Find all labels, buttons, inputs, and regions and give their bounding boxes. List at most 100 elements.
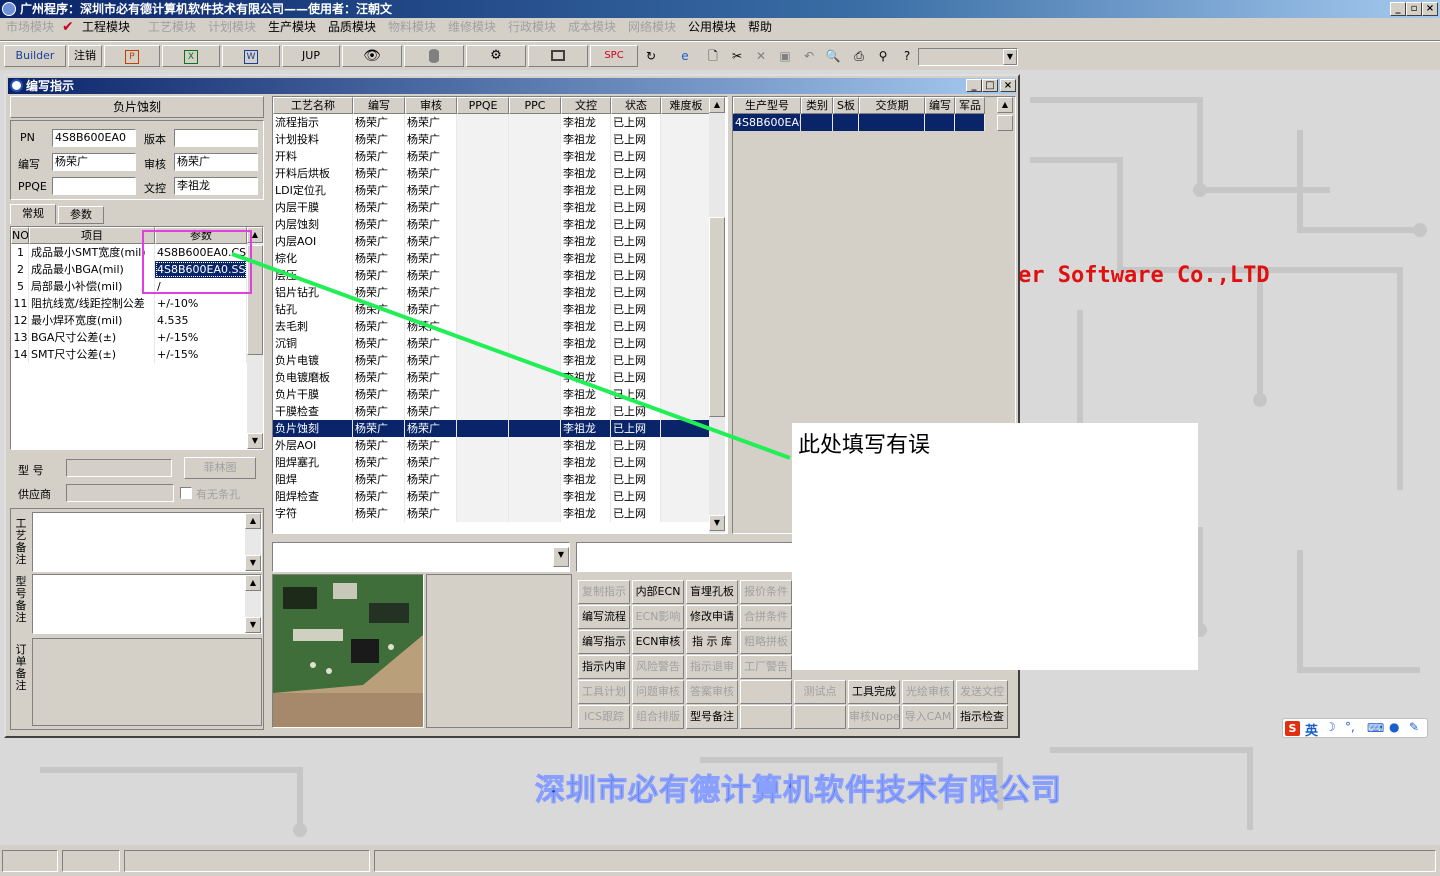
action-button[interactable]: 问题审核 (632, 680, 684, 704)
param-value[interactable]: +/-10% (155, 295, 247, 312)
param-value[interactable]: +/-15% (155, 329, 247, 346)
process-row[interactable]: 铝片钻孔 杨荣广 杨荣广 李祖龙 已上网 (273, 284, 711, 301)
model-scroll-thumb[interactable] (997, 115, 1013, 131)
punctuation-icon[interactable]: °, (1345, 720, 1355, 734)
process-combo[interactable]: ▼ (272, 542, 570, 572)
menu-admin[interactable]: 行政模块 (508, 18, 556, 36)
action-button[interactable]: 发送文控 (956, 680, 1008, 704)
logout-button[interactable]: 注销 (68, 45, 102, 67)
process-row[interactable]: 负电镀磨板 杨荣广 杨荣广 李祖龙 已上网 (273, 369, 711, 386)
process-col-header[interactable]: PPC (509, 97, 561, 114)
menu-common[interactable]: 公用模块 (688, 18, 736, 36)
action-button[interactable]: 复制指示 (578, 580, 630, 604)
view-button[interactable]: 👁 (342, 45, 402, 67)
delete-icon[interactable]: ✕ (752, 47, 770, 65)
window-minimize-button[interactable]: _ (966, 79, 982, 92)
action-button[interactable]: 内部ECN (632, 580, 684, 604)
keyboard-icon[interactable]: ⌨ (1367, 721, 1384, 735)
action-button[interactable]: ECN影响 (632, 605, 684, 629)
process-row[interactable]: 去毛刺 杨荣广 杨荣广 李祖龙 已上网 (273, 318, 711, 335)
excel-button[interactable]: X (162, 45, 220, 67)
process-row[interactable]: 内层蚀刻 杨荣广 杨荣广 李祖龙 已上网 (273, 216, 711, 233)
action-button[interactable]: 盲埋孔板 (686, 580, 738, 604)
param-row[interactable]: 14 SMT尺寸公差(±) +/-15% (11, 346, 263, 363)
menu-engineering[interactable]: 工程模块 (82, 18, 130, 36)
menu-production[interactable]: 生产模块 (268, 18, 316, 36)
process-row[interactable]: 棕化 杨荣广 杨荣广 李祖龙 已上网 (273, 250, 711, 267)
action-button[interactable]: 光绘审核 (902, 680, 954, 704)
param-value[interactable]: +/-15% (155, 346, 247, 363)
param-row[interactable]: 11 阻抗线宽/线距控制公差 +/-10% (11, 295, 263, 312)
action-button[interactable]: 指示内审 (578, 655, 630, 679)
process-row[interactable]: 外层AOI 杨荣广 杨荣广 李祖龙 已上网 (273, 437, 711, 454)
action-button[interactable]: 修改申请 (686, 605, 738, 629)
supplier-field[interactable] (66, 484, 174, 502)
process-scroll-thumb[interactable] (709, 217, 725, 417)
action-button[interactable]: 风险警告 (632, 655, 684, 679)
minimize-button[interactable]: _ (1390, 2, 1406, 16)
action-button[interactable]: 组合排版 (632, 705, 684, 729)
model-field[interactable] (66, 459, 172, 477)
menu-plan[interactable]: 计划模块 (208, 18, 256, 36)
action-button[interactable]: 指示检查 (956, 705, 1008, 729)
save-icon[interactable]: ▣ (776, 47, 794, 65)
cut-icon[interactable]: ✂ (728, 47, 746, 65)
action-button[interactable]: 编写流程 (578, 605, 630, 629)
craft-remark-field[interactable]: ▲ ▼ (32, 512, 262, 572)
action-button[interactable]: ECN审核 (632, 630, 684, 654)
menu-material[interactable]: 物料模块 (388, 18, 436, 36)
action-button[interactable]: ICS跟踪 (578, 705, 630, 729)
action-button[interactable]: 合拼条件 (740, 605, 792, 629)
process-scrollbar[interactable]: ▲ ▼ (709, 97, 725, 533)
ime-toolbar[interactable]: S 英 ☽ °, ⌨ ● ✎ (1282, 718, 1428, 739)
word-button[interactable]: W (222, 45, 280, 67)
process-row[interactable]: 负片蚀刻 杨荣广 杨荣广 李祖龙 已上网 (273, 420, 711, 437)
action-button[interactable]: 粗略拼板 (740, 630, 792, 654)
version-field[interactable] (174, 129, 258, 147)
menu-cost[interactable]: 成本模块 (568, 18, 616, 36)
ppqe-field[interactable] (52, 177, 136, 195)
computer-button[interactable] (528, 45, 588, 67)
pn-field[interactable]: 4S8B600EA0 (52, 129, 136, 147)
model-col-header[interactable]: 军品 (955, 97, 985, 114)
process-row[interactable]: 阻焊塞孔 杨荣广 杨荣广 李祖龙 已上网 (273, 454, 711, 471)
model-col-header[interactable]: S板 (833, 97, 859, 114)
doc-control-field[interactable]: 李祖龙 (174, 177, 258, 195)
process-scroll-up-icon[interactable]: ▲ (709, 97, 725, 113)
spc-button[interactable]: SPC (590, 45, 638, 67)
toolbar-dropdown[interactable]: ▼ (918, 48, 1018, 66)
process-row[interactable]: 负片干膜 杨荣广 杨荣广 李祖龙 已上网 (273, 386, 711, 403)
print-preview-icon[interactable]: 🔍 (824, 47, 842, 65)
menu-quality[interactable]: 品质模块 (328, 18, 376, 36)
action-button[interactable]: 报价条件 (740, 580, 792, 604)
slot-hole-checkbox[interactable] (180, 487, 192, 499)
close-button[interactable]: × (1422, 2, 1438, 16)
menu-market[interactable]: 市场模块 (6, 18, 54, 36)
undo-icon[interactable]: ↶ (800, 47, 818, 65)
param-value[interactable]: 4.535 (155, 312, 247, 329)
process-col-header[interactable]: 状态 (611, 97, 661, 114)
process-row[interactable]: 开料后烘板 杨荣广 杨荣广 李祖龙 已上网 (273, 165, 711, 182)
param-row[interactable]: 13 BGA尺寸公差(±) +/-15% (11, 329, 263, 346)
action-button[interactable]: 指 示 库 (686, 630, 738, 654)
action-button[interactable]: 编写指示 (578, 630, 630, 654)
reviewer-field[interactable]: 杨荣广 (174, 153, 258, 171)
order-remark-field[interactable] (32, 638, 262, 726)
user-icon[interactable]: ● (1389, 720, 1399, 734)
menu-help[interactable]: 帮助 (748, 18, 772, 36)
wrench-icon[interactable]: ✎ (1409, 720, 1419, 734)
ime-lang[interactable]: 英 (1305, 720, 1318, 739)
action-button[interactable]: 审核Nope (848, 705, 900, 729)
model-remark-field[interactable]: ▲ ▼ (32, 574, 262, 634)
tab-params[interactable]: 参数 (58, 206, 104, 224)
process-row[interactable]: 流程指示 杨荣广 杨荣广 李祖龙 已上网 (273, 114, 711, 131)
process-col-header[interactable]: 难度板 (661, 97, 711, 114)
menu-repair[interactable]: 维修模块 (448, 18, 496, 36)
refresh-icon[interactable]: ↻ (642, 47, 660, 65)
scroll-down-icon[interactable]: ▼ (247, 433, 263, 449)
process-col-header[interactable]: 文控 (561, 97, 611, 114)
database-button[interactable] (404, 45, 464, 67)
restore-button[interactable]: ▫ (1406, 2, 1422, 16)
film-button[interactable]: 菲林图 (184, 457, 256, 479)
process-row[interactable]: 开料 杨荣广 杨荣广 李祖龙 已上网 (273, 148, 711, 165)
